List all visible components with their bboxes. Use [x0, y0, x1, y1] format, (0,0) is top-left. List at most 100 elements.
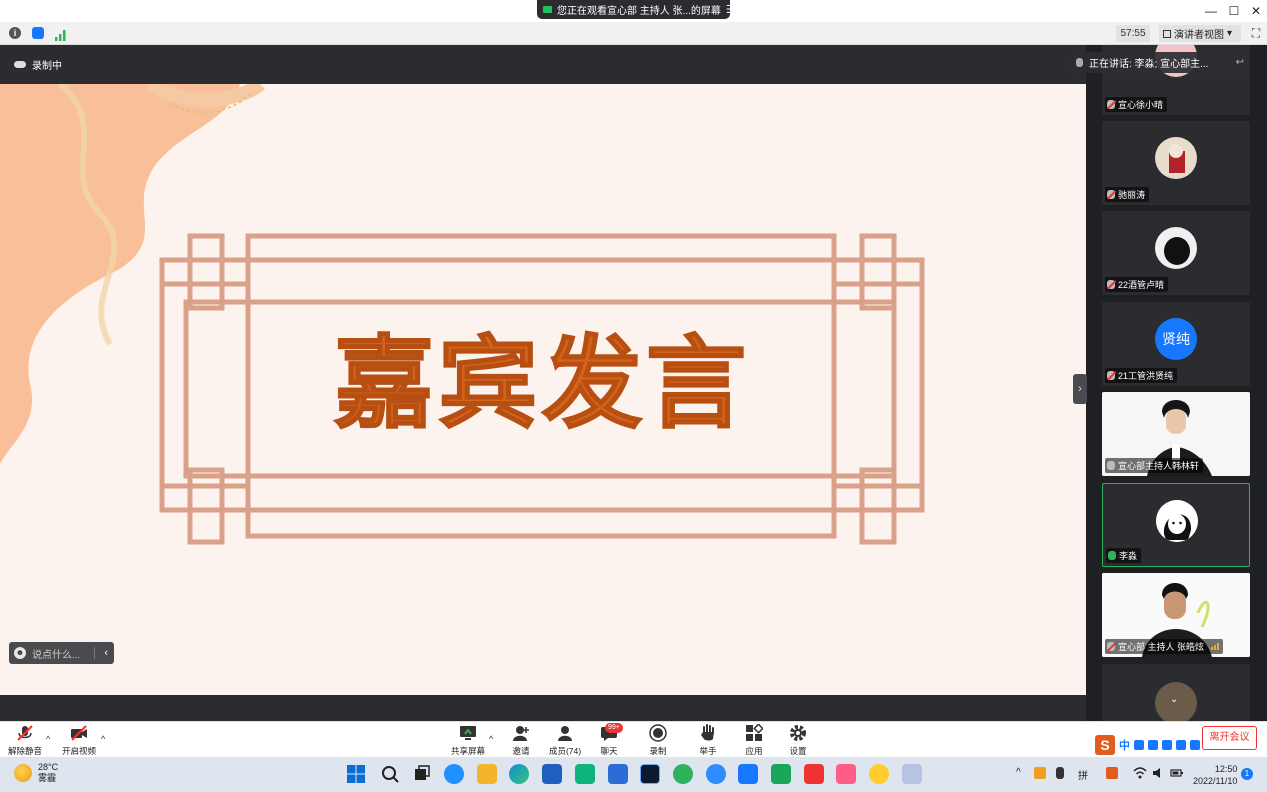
chat-input[interactable]: ☻ 说点什么... ‹	[9, 642, 114, 664]
view-mode-dropdown[interactable]: 演讲者视图 ▾	[1159, 25, 1241, 42]
info-icon[interactable]: i	[9, 27, 21, 39]
gear-icon	[789, 724, 807, 742]
participant-name-tag: 驰丽涛	[1105, 187, 1150, 202]
search-icon[interactable]	[380, 764, 400, 784]
ime-keyboard-icon[interactable]	[1162, 740, 1172, 750]
recording-indicator[interactable]: 录制中	[14, 57, 62, 72]
share-screen-label: 共享屏幕	[450, 746, 485, 756]
ime-toolbox-icon[interactable]	[1190, 740, 1200, 750]
participant-name: 22酒管卢晴	[1118, 280, 1165, 290]
participant-tile[interactable]: 贤纯 21工管洪贤纯	[1102, 302, 1250, 386]
start-video-button[interactable]: 开启视频	[54, 724, 104, 757]
close-button[interactable]: ✕	[1246, 2, 1266, 20]
sogou-ime-icon[interactable]: S	[1095, 735, 1115, 755]
video-options-caret[interactable]: ^	[101, 734, 105, 744]
settings-button[interactable]: 设置	[773, 724, 823, 757]
browser-icon[interactable]	[444, 764, 464, 784]
wechat-icon[interactable]	[673, 764, 693, 784]
participant-tile[interactable]: 22酒管卢晴	[1102, 211, 1250, 295]
app-icon[interactable]	[608, 764, 628, 784]
tencent-meeting-icon[interactable]	[738, 764, 758, 784]
ime-skin-icon[interactable]	[1176, 740, 1186, 750]
camera-icon	[543, 6, 552, 13]
participant-tile[interactable]: 驰丽涛	[1102, 121, 1250, 205]
battery-icon[interactable]	[1170, 767, 1184, 782]
sogou-tray-icon[interactable]	[1106, 767, 1118, 779]
recording-bar: 录制中	[0, 45, 1086, 84]
meeting-window: 您正在观看宣心部 主持人 张...的屏幕 ☰ — ☐ ✕ i 57:55 演讲者…	[0, 0, 1267, 792]
members-label: 成员(74)	[548, 746, 582, 756]
mic-icon	[1076, 58, 1083, 67]
ime-toolbar[interactable]: S 中	[1093, 735, 1202, 755]
network-signal-icon[interactable]	[55, 28, 67, 41]
ime-language[interactable]: 中	[1119, 737, 1130, 753]
members-button[interactable]: 成员(74)	[540, 724, 590, 757]
participant-video-tile[interactable]: 宣心部主持人韩林轩	[1102, 392, 1250, 476]
volume-icon[interactable]	[1152, 767, 1164, 782]
start-video-label: 开启视频	[61, 746, 96, 756]
reply-icon[interactable]: ↩	[1236, 57, 1244, 68]
unmute-button[interactable]: 解除静音	[0, 724, 50, 757]
zoom-icon[interactable]	[706, 764, 726, 784]
screen-share-banner[interactable]: 您正在观看宣心部 主持人 张...的屏幕 ☰	[537, 0, 730, 19]
app-icon[interactable]	[771, 764, 791, 784]
app-icon[interactable]	[575, 764, 595, 784]
lightroom-icon[interactable]	[640, 764, 660, 784]
participant-tile-active-speaker[interactable]: 李淼	[1102, 483, 1250, 567]
wifi-icon[interactable]	[1133, 767, 1147, 782]
chat-input-placeholder[interactable]: 说点什么...	[32, 646, 80, 661]
add-user-icon	[512, 724, 530, 742]
temperature: 28°C	[38, 762, 59, 772]
audio-options-caret[interactable]: ^	[46, 734, 50, 744]
file-explorer-icon[interactable]	[477, 764, 497, 784]
raise-hand-button[interactable]: 举手	[683, 724, 733, 757]
mic-off-icon	[1107, 371, 1115, 380]
wps-icon[interactable]	[804, 764, 824, 784]
apps-grid-icon	[745, 723, 764, 742]
chevron-left-icon[interactable]: ‹	[104, 647, 108, 659]
avatar	[1155, 227, 1197, 269]
avatar	[1156, 500, 1198, 542]
avatar	[1155, 137, 1197, 179]
tray-app-icon[interactable]	[1034, 767, 1046, 779]
notification-badge[interactable]: 1	[1241, 768, 1253, 780]
record-label: 录制	[649, 746, 667, 756]
settings-label: 设置	[789, 746, 807, 756]
menu-icon[interactable]: ☰	[726, 3, 730, 16]
record-icon	[649, 724, 667, 742]
share-screen-button[interactable]: 共享屏幕	[443, 724, 493, 757]
store-icon[interactable]	[542, 764, 562, 784]
fullscreen-icon[interactable]: ⛶	[1249, 26, 1263, 40]
now-speaking-bar: 正在讲话: 李淼; 宣心部主... ↩	[1070, 52, 1250, 73]
leave-meeting-button[interactable]: 离开会议	[1202, 726, 1257, 750]
slide-title: 嘉宾发言	[333, 324, 750, 443]
bilibili-icon[interactable]	[836, 764, 856, 784]
participant-video-tile[interactable]: 宣心部 主持人 张皓炫	[1102, 573, 1250, 657]
app-icon[interactable]	[869, 764, 889, 784]
maximize-button[interactable]: ☐	[1224, 2, 1244, 20]
ime-punctuation-icon[interactable]	[1134, 740, 1144, 750]
minimize-button[interactable]: —	[1201, 2, 1221, 20]
emoji-icon[interactable]: ☻	[14, 647, 26, 659]
windows-start-icon[interactable]	[346, 764, 366, 784]
scroll-down-icon[interactable]: ⌄	[1170, 694, 1178, 705]
ime-mic-icon[interactable]	[1148, 740, 1158, 750]
edge-icon[interactable]	[509, 764, 529, 784]
weather-widget[interactable]: 28°C 雾霾	[14, 762, 58, 784]
snipping-tool-icon[interactable]	[902, 764, 922, 784]
panel-collapse-handle[interactable]: ›	[1073, 374, 1087, 404]
raise-hand-label: 举手	[699, 746, 717, 756]
apps-button[interactable]: 应用	[729, 723, 779, 757]
record-button[interactable]: 录制	[633, 724, 683, 757]
ime-mode[interactable]: 拼	[1078, 767, 1088, 782]
security-shield-icon[interactable]	[32, 27, 44, 39]
share-options-caret[interactable]: ^	[489, 734, 493, 744]
meeting-timer: 57:55	[1116, 25, 1150, 42]
tray-overflow-caret[interactable]: ^	[1016, 767, 1021, 778]
invite-button[interactable]: 邀请	[496, 724, 546, 757]
system-clock[interactable]: 12:50 2022/11/10	[1193, 763, 1237, 787]
participant-tile[interactable]: ⌄	[1102, 664, 1250, 721]
task-view-icon[interactable]	[412, 764, 432, 784]
microphone-icon[interactable]	[1056, 767, 1064, 779]
participant-name: 驰丽涛	[1118, 190, 1146, 200]
